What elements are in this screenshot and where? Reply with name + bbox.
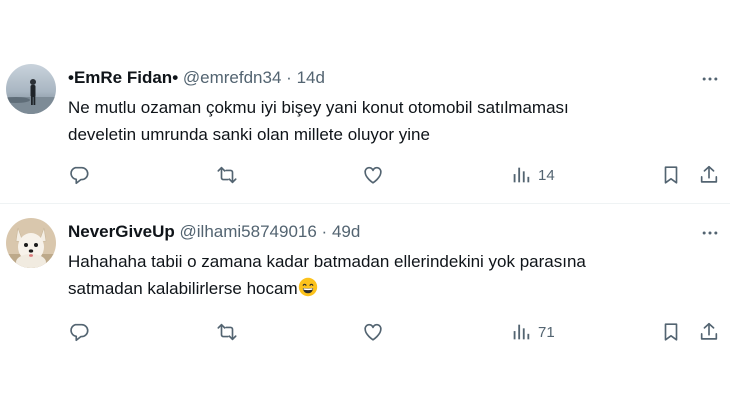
share-button[interactable] <box>698 319 720 345</box>
action-bar: 71 <box>0 317 730 347</box>
bookmark-icon <box>664 166 678 184</box>
views-button[interactable]: 71 <box>510 319 555 345</box>
tweet-text-line: Ne mutlu ozaman çokmu iyi bişey yani kon… <box>68 98 569 117</box>
timestamp[interactable]: 49d <box>332 222 360 241</box>
tweet-header: •EmRe Fidan• @emrefdn34 · 14d <box>68 67 325 89</box>
repost-button[interactable] <box>216 319 238 345</box>
tweet[interactable]: •EmRe Fidan• @emrefdn34 · 14d Ne mutlu o… <box>0 0 730 203</box>
tweet-text: Hahahaha tabii o zamana kadar batmadan e… <box>68 248 688 302</box>
display-name[interactable]: •EmRe Fidan• <box>68 68 178 87</box>
tweet-header: NeverGiveUp @ilhami58749016 · 49d <box>68 221 360 243</box>
share-icon <box>700 165 718 183</box>
handle[interactable]: @emrefdn34 <box>183 68 282 87</box>
separator: · <box>321 222 328 241</box>
share-button[interactable] <box>698 162 720 188</box>
views-button[interactable]: 14 <box>510 162 555 188</box>
like-button[interactable] <box>362 319 384 345</box>
views-icon <box>513 324 530 340</box>
views-count: 71 <box>538 323 555 341</box>
handle[interactable]: @ilhami58749016 <box>180 222 317 241</box>
display-name[interactable]: NeverGiveUp <box>68 222 175 241</box>
reply-icon <box>70 166 89 185</box>
tweet-text-line: develetin umrunda sanki olan millete olu… <box>68 125 430 144</box>
repost-icon <box>217 166 237 184</box>
action-bar: 14 <box>0 160 730 190</box>
repost-icon <box>217 323 237 341</box>
bookmark-icon <box>664 323 678 341</box>
like-icon <box>364 166 382 184</box>
avatar[interactable] <box>6 64 56 114</box>
more-icon[interactable] <box>698 221 722 245</box>
reply-button[interactable] <box>68 319 90 345</box>
views-icon <box>513 167 530 183</box>
repost-button[interactable] <box>216 162 238 188</box>
tweet-text-line-with-emoji: satmadan kalabilirlerse hocam <box>68 275 688 302</box>
timestamp[interactable]: 14d <box>297 68 325 87</box>
bookmark-button[interactable] <box>660 162 682 188</box>
tweet[interactable]: NeverGiveUp @ilhami58749016 · 49d Hahaha… <box>0 204 730 420</box>
views-count: 14 <box>538 166 555 184</box>
tweet-text-line: satmadan kalabilirlerse hocam <box>68 279 298 298</box>
like-button[interactable] <box>362 162 384 188</box>
avatar[interactable] <box>6 218 56 268</box>
grinning-face-emoji-icon <box>298 277 317 297</box>
reply-button[interactable] <box>68 162 90 188</box>
tweet-text: Ne mutlu ozaman çokmu iyi bişey yani kon… <box>68 94 688 148</box>
share-icon <box>700 322 718 340</box>
like-icon <box>364 323 382 341</box>
bookmark-button[interactable] <box>660 319 682 345</box>
more-icon[interactable] <box>698 67 722 91</box>
separator: · <box>286 68 292 87</box>
reply-icon <box>70 323 89 342</box>
tweet-text-line: Hahahaha tabii o zamana kadar batmadan e… <box>68 252 586 271</box>
